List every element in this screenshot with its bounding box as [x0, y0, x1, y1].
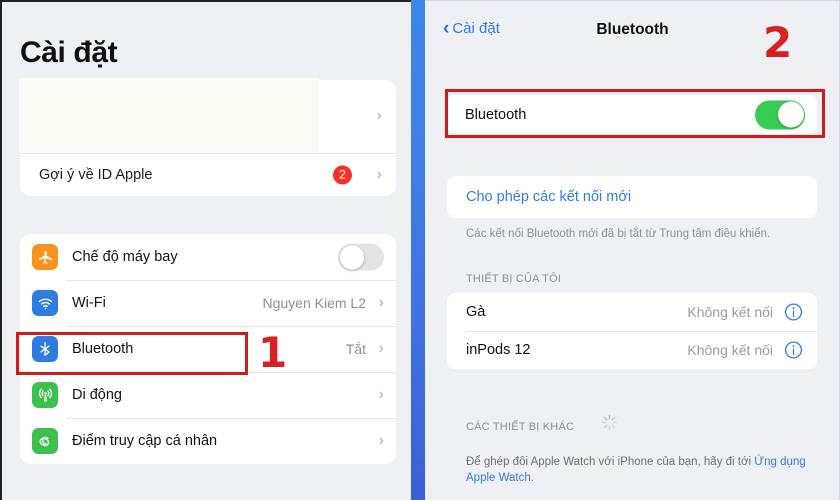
- settings-row-label: Di động: [72, 387, 122, 403]
- apple-id-suggestion-row[interactable]: Gợi ý về ID Apple 2 ›: [20, 154, 396, 196]
- apple-watch-footer: Để ghép đôi Apple Watch với iPhone của b…: [466, 454, 816, 486]
- connections-hint-text: Các kết nối Bluetooth mới đã bị tắt từ T…: [466, 228, 771, 240]
- my-devices-card: Gà Không kết nối inPods 12 Không kết nối: [447, 293, 817, 369]
- settings-panel: Cài đặt › Gợi ý về ID Apple 2 › Chế độ m…: [0, 0, 411, 500]
- chevron-right-icon: ›: [378, 386, 384, 403]
- chevron-right-icon: ›: [378, 294, 384, 311]
- airplane-mode-toggle[interactable]: [338, 243, 384, 271]
- chevron-right-icon: ›: [378, 432, 384, 449]
- info-circle-icon[interactable]: [784, 341, 803, 360]
- annotation-step-1: 1: [258, 328, 288, 377]
- toggle-knob: [339, 245, 364, 269]
- device-row[interactable]: inPods 12 Không kết nối: [447, 331, 817, 369]
- settings-row-personal-hotspot[interactable]: Điểm truy cập cá nhân ›: [20, 418, 396, 464]
- device-status: Không kết nối: [687, 342, 773, 358]
- device-name: Gà: [466, 304, 486, 320]
- airplane-icon: [32, 244, 58, 270]
- chevron-right-icon: ›: [376, 107, 382, 124]
- settings-row-label: Wi-Fi: [72, 295, 106, 311]
- apple-id-suggestion-label: Gợi ý về ID Apple: [39, 167, 153, 183]
- bluetooth-panel: ‹ Cài đặt Bluetooth Bluetooth Cho phép c…: [425, 0, 840, 500]
- other-devices-header: CÁC THIẾT BỊ KHÁC: [466, 421, 575, 433]
- settings-row-airplane-mode[interactable]: Chế độ máy bay: [20, 234, 396, 280]
- info-circle-icon[interactable]: [784, 303, 803, 322]
- highlight-box-bluetooth-row: [16, 332, 248, 375]
- chevron-right-icon: ›: [378, 340, 384, 357]
- chevron-right-icon: ›: [376, 166, 382, 183]
- settings-row-wifi[interactable]: Wi-Fi Nguyen Kiem L2 ›: [20, 280, 396, 326]
- my-devices-header: THIẾT BỊ CỦA TÔI: [466, 273, 562, 285]
- highlight-box-bluetooth-toggle: [445, 89, 825, 138]
- cellular-icon: [32, 382, 58, 408]
- panel-divider: [411, 0, 425, 500]
- allow-new-connections-card[interactable]: Cho phép các kết nối mới: [447, 176, 817, 218]
- redacted-overlay: [19, 78, 319, 152]
- footer-text-before: Để ghép đôi Apple Watch với iPhone của b…: [466, 456, 755, 468]
- wifi-network-value: Nguyen Kiem L2: [262, 295, 366, 311]
- allow-new-connections-label: Cho phép các kết nối mới: [466, 189, 632, 205]
- device-row[interactable]: Gà Không kết nối: [447, 293, 817, 331]
- bluetooth-state-value: Tắt: [345, 341, 366, 357]
- apple-id-card[interactable]: › Gợi ý về ID Apple 2 ›: [19, 78, 396, 196]
- apple-id-profile-row[interactable]: ›: [19, 78, 396, 153]
- device-name: inPods 12: [466, 342, 531, 358]
- screenshot-root: Cài đặt › Gợi ý về ID Apple 2 › Chế độ m…: [0, 0, 840, 500]
- device-status: Không kết nối: [687, 304, 773, 320]
- page-title: Cài đặt: [20, 36, 118, 69]
- loading-spinner-icon: [600, 413, 619, 432]
- settings-row-label: Chế độ máy bay: [72, 249, 178, 265]
- wifi-icon: [32, 290, 58, 316]
- hotspot-icon: [32, 428, 58, 454]
- footer-text-after: .: [530, 472, 534, 484]
- settings-row-cellular[interactable]: Di động ›: [20, 372, 396, 418]
- settings-row-label: Điểm truy cập cá nhân: [72, 433, 218, 449]
- status-badge: 2: [333, 165, 352, 185]
- annotation-step-2: 2: [763, 18, 793, 67]
